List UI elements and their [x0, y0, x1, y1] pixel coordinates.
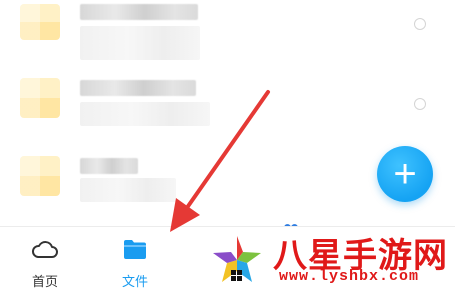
select-radio[interactable]: [414, 18, 426, 30]
list-item[interactable]: [0, 0, 455, 70]
tab-home[interactable]: 首页: [0, 227, 90, 291]
watermark: 八星手游网 www.lyshbx.com: [205, 228, 455, 290]
folder-thumbnail: [20, 156, 60, 196]
list-item[interactable]: [0, 72, 455, 142]
file-name-blurred: [80, 158, 138, 174]
folder-thumbnail: [20, 4, 60, 40]
tab-label: 首页: [31, 274, 58, 289]
cloud-icon: [32, 241, 58, 258]
folder-icon: [124, 240, 146, 259]
file-meta-blurred: [80, 102, 210, 126]
watermark-url: www.lyshbx.com: [279, 268, 420, 285]
plus-icon: +: [393, 152, 417, 196]
select-radio[interactable]: [414, 98, 426, 110]
tab-label: 文件: [121, 274, 148, 289]
file-meta-blurred: [80, 26, 200, 60]
add-button[interactable]: +: [377, 146, 433, 202]
file-manager-screen: + 首页 文件 八星手游网 www.lyshbx.com: [0, 0, 455, 291]
file-name-blurred: [80, 4, 198, 20]
file-name-blurred: [80, 80, 196, 96]
file-meta-blurred: [80, 178, 176, 202]
folder-thumbnail: [20, 78, 60, 118]
tab-files[interactable]: 文件: [90, 227, 180, 291]
site-logo-icon: [211, 234, 263, 284]
